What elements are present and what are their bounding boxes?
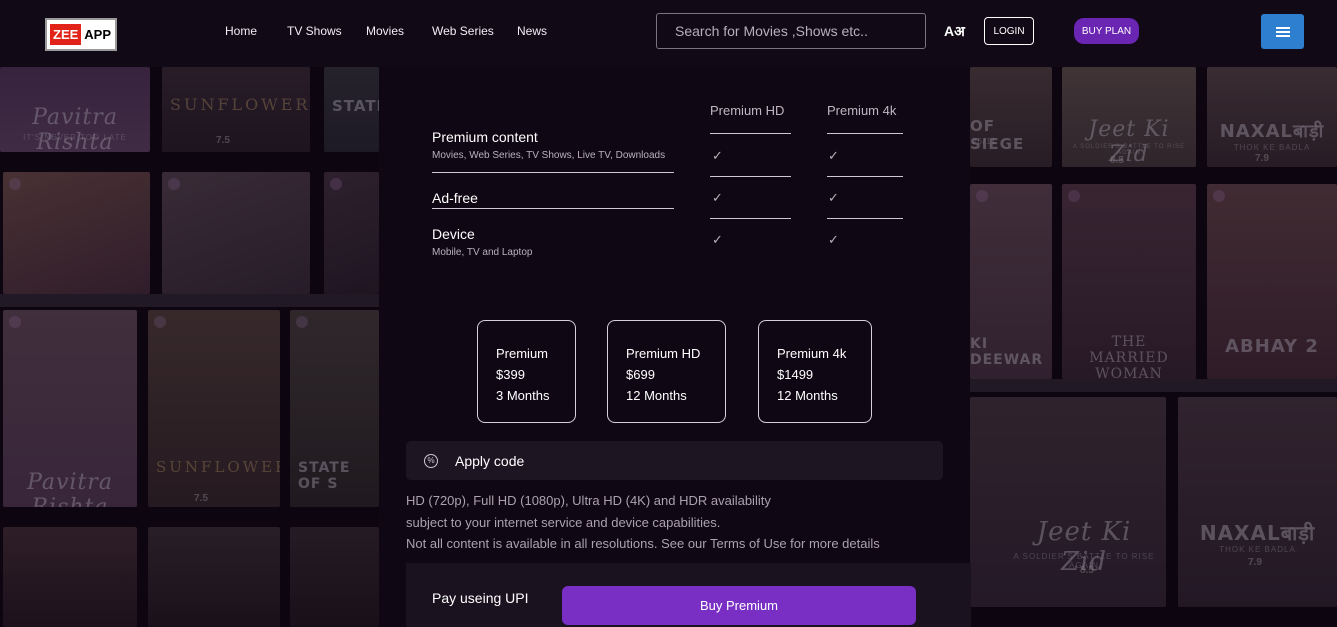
poster: STATE	[324, 67, 379, 152]
plan-duration: 12 Months	[626, 388, 687, 403]
buy-plan-button[interactable]: BUY PLAN	[1074, 18, 1139, 44]
row-divider	[970, 379, 1337, 392]
column-rule	[827, 176, 903, 177]
payment-section: Pay useing UPI Buy Premium	[406, 563, 971, 627]
poster: OF SIEGE 26/11	[970, 67, 1052, 167]
feature-device-sub: Mobile, TV and Laptop	[432, 247, 533, 258]
poster	[148, 527, 280, 627]
apply-code-button[interactable]: % Apply code	[406, 441, 943, 480]
plan-card-premium-hd[interactable]: Premium HD $699 12 Months	[607, 320, 726, 423]
poster: THE MARRIED WOMAN	[1062, 184, 1196, 379]
check-icon: ✓	[712, 148, 723, 163]
plan-name: Premium 4k	[777, 346, 847, 361]
plan-duration: 12 Months	[777, 388, 838, 403]
nav-tv-shows[interactable]: TV Shows	[287, 24, 342, 38]
nav-home[interactable]: Home	[225, 24, 257, 38]
poster: Jeet Ki Zid A SOLDIER'S BATTLE TO RISE A…	[970, 397, 1166, 607]
hamburger-icon	[1275, 26, 1290, 37]
poster	[3, 527, 137, 627]
plan-card-premium[interactable]: Premium $399 3 Months	[477, 320, 576, 423]
plan-price: $1499	[777, 367, 814, 382]
plan-card-premium-4k[interactable]: Premium 4k $1499 12 Months	[758, 320, 872, 423]
column-rule	[827, 218, 903, 219]
badge-icon	[9, 316, 21, 328]
buy-premium-button[interactable]: Buy Premium	[562, 586, 916, 625]
column-premium-hd: Premium HD	[710, 103, 785, 118]
login-button[interactable]: LOGIN	[984, 17, 1034, 45]
check-icon: ✓	[828, 232, 839, 247]
pay-upi-label: Pay useing UPI	[432, 590, 529, 606]
check-icon: ✓	[712, 232, 723, 247]
column-rule	[827, 133, 903, 134]
poster: Pavitra Rishta IT'S NEVER TOO LATE	[0, 67, 150, 152]
check-icon: ✓	[828, 190, 839, 205]
row-divider	[0, 294, 379, 307]
hamburger-menu-button[interactable]	[1261, 14, 1304, 49]
apply-code-label: Apply code	[455, 452, 525, 469]
badge-icon	[976, 190, 988, 202]
poster	[162, 172, 310, 294]
badge-icon	[9, 178, 21, 190]
zee-app-logo[interactable]: ZEE APP	[45, 18, 117, 51]
feature-device: Device	[432, 226, 475, 242]
nav-web-series[interactable]: Web Series	[432, 24, 494, 38]
feature-rule	[432, 172, 674, 173]
plan-price: $699	[626, 367, 655, 382]
poster: Jeet Ki Zid A SOLDIER'S BATTLE TO RISE A…	[1062, 67, 1196, 167]
feature-premium-content-sub: Movies, Web Series, TV Shows, Live TV, D…	[432, 150, 666, 161]
poster: SUNFLOWER 7.5	[148, 310, 280, 507]
plan-duration: 3 Months	[496, 388, 550, 403]
column-premium-4k: Premium 4k	[827, 103, 897, 118]
language-icon[interactable]: Aअ	[944, 22, 965, 41]
feature-rule	[432, 208, 674, 209]
feature-premium-content: Premium content	[432, 129, 538, 145]
badge-icon	[154, 316, 166, 328]
poster	[324, 172, 379, 294]
nav-news[interactable]: News	[517, 24, 547, 38]
poster: STATE OF S	[290, 310, 379, 507]
plan-name: Premium HD	[626, 346, 701, 361]
plan-panel: Premium HD Premium 4k Premium content Mo…	[379, 67, 971, 627]
poster	[290, 527, 379, 627]
poster: Pavitra Rishta	[3, 310, 137, 507]
poster	[3, 172, 150, 294]
check-icon: ✓	[712, 190, 723, 205]
discount-icon: %	[424, 453, 438, 468]
column-rule	[710, 176, 791, 177]
top-navbar: ZEE APP Home TV Shows Movies Web Series …	[0, 0, 1337, 67]
column-rule	[710, 133, 791, 134]
badge-icon	[296, 316, 308, 328]
info-line: subject to your internet service and dev…	[406, 515, 721, 530]
check-icon: ✓	[828, 148, 839, 163]
plan-price: $399	[496, 367, 525, 382]
column-rule	[710, 218, 791, 219]
info-line: HD (720p), Full HD (1080p), Ultra HD (4K…	[406, 493, 771, 508]
poster: SUNFLOWER 7.5	[162, 67, 310, 152]
poster: KI DEEWAR	[970, 184, 1052, 379]
feature-ad-free: Ad-free	[432, 190, 478, 206]
poster: NAXALबाड़ी THOK KE BADLA 7.9	[1207, 67, 1337, 167]
badge-icon	[330, 178, 342, 190]
nav-movies[interactable]: Movies	[366, 24, 404, 38]
badge-icon	[168, 178, 180, 190]
info-line: Not all content is available in all reso…	[406, 536, 880, 551]
badge-icon	[1213, 190, 1225, 202]
search-input[interactable]	[656, 13, 926, 49]
poster: NAXALबाड़ी THOK KE BADLA 7.9	[1178, 397, 1337, 607]
badge-icon	[1068, 190, 1080, 202]
plan-name: Premium	[496, 346, 549, 361]
poster: ABHAY 2	[1207, 184, 1337, 379]
